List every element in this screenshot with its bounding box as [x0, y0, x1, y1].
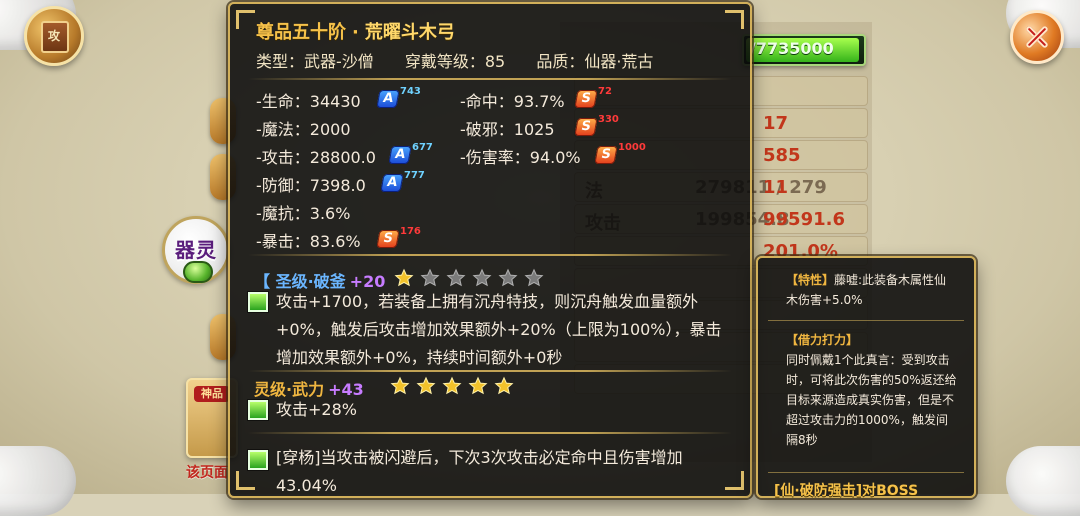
badge-a-icon: A — [388, 146, 412, 164]
book-icon-label: 攻 — [47, 29, 60, 43]
star-icon — [420, 268, 440, 288]
spirit-orb-icon — [183, 261, 213, 283]
side-footer: [仙·破防强击]对BOSS — [774, 483, 919, 499]
stat-left: -防御：7398.0 — [256, 176, 366, 195]
cloud-decoration — [0, 446, 76, 516]
badge-a-icon: A — [376, 90, 400, 108]
star-icon — [390, 376, 410, 396]
item-name: 荒曜斗木弓 — [364, 22, 455, 43]
star-icon — [472, 268, 492, 288]
section-text: 攻击+28% — [276, 400, 357, 419]
star-icon — [394, 268, 414, 288]
stat-right: -命中：93.7% — [460, 92, 565, 111]
star-rating — [390, 376, 514, 396]
stat-left: -魔抗：3.6% — [256, 204, 351, 223]
item-title: 尊品五十阶 · 荒曜斗木弓 — [256, 18, 455, 44]
divider — [768, 320, 964, 321]
stat-left: -生命：34430 — [256, 92, 361, 111]
book-icon: 攻 — [41, 21, 69, 53]
item-title-prefix: 尊品五十阶 — [256, 22, 346, 43]
side-item-tag: 神品 — [194, 386, 230, 402]
item-quality: 品质：仙器·荒古 — [536, 52, 654, 71]
stat-bonus: 330 — [598, 114, 619, 125]
stat-right: -伤害率：94.0% — [460, 148, 581, 167]
stat-left: -攻击：28800.0 — [256, 148, 376, 167]
background-stat-highlight: 11 — [763, 177, 789, 198]
stat-right: -破邪：1025 — [460, 120, 555, 139]
divider — [248, 370, 732, 372]
side-block: 【借力打力】 同时佩戴1个此真言：受到攻击时，可将此次伤害的50%返还给目标来源… — [786, 330, 958, 450]
badge-s-icon: S — [574, 90, 598, 108]
star-icon — [442, 376, 462, 396]
item-meta: 类型：武器-沙僧 穿戴等级：85 品质：仙器·荒古 — [256, 48, 679, 72]
side-tooltip: 【特性】藤嘘:此装备木属性仙木伤害+5.0% 【借力打力】 同时佩戴1个此真言：… — [756, 256, 976, 499]
star-icon — [494, 376, 514, 396]
close-button[interactable] — [1010, 10, 1064, 64]
divider — [768, 472, 964, 473]
background-stat-highlight: 99591.6 — [763, 209, 845, 230]
badge-s-icon: S — [376, 230, 400, 248]
background-stat-highlight: 585 — [763, 145, 801, 166]
stat-left: -暴击：83.6% — [256, 232, 361, 251]
star-icon — [468, 376, 488, 396]
stat-bonus: 677 — [412, 142, 433, 153]
stat-bonus: 72 — [598, 86, 612, 97]
hp-bar: /7735000 — [742, 34, 866, 66]
divider — [248, 432, 732, 434]
stat-bonus: 777 — [404, 170, 425, 181]
frame-corner — [725, 10, 744, 29]
stat-bonus: 743 — [400, 86, 421, 97]
page-notice: 该页面 — [186, 465, 228, 481]
side-block: 【特性】藤嘘:此装备木属性仙木伤害+5.0% — [786, 270, 958, 310]
divider — [248, 78, 732, 80]
frame-corner — [236, 10, 255, 29]
stat-bonus: 176 — [400, 226, 421, 237]
hp-text: /7735000 — [750, 39, 834, 58]
background-stat-highlight: 17 — [763, 113, 789, 134]
side-text: 同时佩戴1个此真言：受到攻击时，可将此次伤害的50%返还给目标来源造成真实伤害，… — [786, 353, 957, 447]
divider — [248, 254, 732, 256]
badge-a-icon: A — [380, 174, 404, 192]
badge-s-icon: S — [574, 118, 598, 136]
frame-corner — [236, 471, 255, 490]
item-type: 类型：武器-沙僧 — [256, 52, 374, 71]
item-title-dot: · — [352, 22, 359, 43]
stat-bonus: 1000 — [618, 142, 646, 153]
stat-left: -魔法：2000 — [256, 120, 351, 139]
check-icon — [248, 450, 268, 470]
side-head: 【特性】 — [786, 273, 835, 287]
side-head: 【借力打力】 — [786, 333, 859, 347]
check-icon — [248, 400, 268, 420]
item-tooltip: 尊品五十阶 · 荒曜斗木弓 类型：武器-沙僧 穿戴等级：85 品质：仙器·荒古 -生… — [228, 2, 752, 498]
attribute-button[interactable]: 攻 — [24, 6, 84, 66]
spirit-button[interactable]: 器灵 — [162, 216, 230, 284]
badge-s-icon: S — [594, 146, 618, 164]
check-icon — [248, 292, 268, 312]
star-icon — [498, 268, 518, 288]
star-icon — [416, 376, 436, 396]
star-icon — [446, 268, 466, 288]
section-text: [穿杨]当攻击被闪避后，下次3次攻击必定命中且伤害增加43.04% — [276, 448, 683, 495]
cloud-decoration — [1006, 446, 1080, 516]
spirit-label: 器灵 — [175, 238, 217, 262]
star-icon — [524, 268, 544, 288]
star-rating — [394, 268, 544, 288]
item-level: 穿戴等级：85 — [404, 52, 506, 71]
section-text: 攻击+1700，若装备上拥有沉舟特技，则沉舟触发血量额外+0%，触发后攻击增加效… — [276, 292, 722, 367]
